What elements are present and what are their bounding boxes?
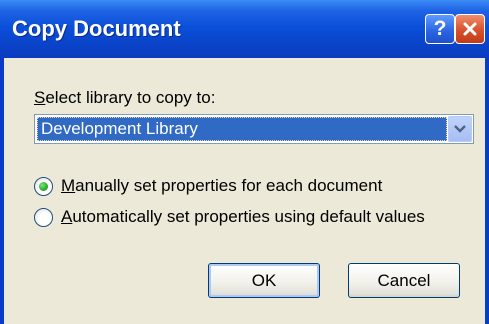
ok-button[interactable]: OK	[208, 263, 320, 298]
radio-manual-label: Manually set properties for each documen…	[61, 176, 383, 195]
help-icon: ?	[433, 17, 447, 40]
library-select-value: Development Library	[37, 117, 447, 141]
cancel-button[interactable]: Cancel	[348, 263, 460, 298]
dialog-title: Copy Document	[12, 16, 181, 41]
chevron-down-icon	[454, 125, 466, 133]
radio-automatic-properties[interactable]: Automatically set properties using defau…	[34, 207, 425, 227]
title-bar[interactable]: Copy Document ?	[0, 0, 489, 58]
radio-auto-label: Automatically set properties using defau…	[61, 207, 425, 226]
help-button[interactable]: ?	[425, 14, 455, 44]
close-icon	[463, 22, 477, 36]
copy-document-dialog: Copy Document ? Select library to copy t…	[0, 0, 489, 324]
library-select[interactable]: Development Library	[34, 114, 474, 144]
library-label: Select library to copy to:	[34, 88, 216, 107]
radio-button-checked[interactable]	[34, 176, 53, 196]
radio-button-unchecked[interactable]	[34, 207, 53, 227]
close-button[interactable]	[455, 14, 485, 44]
radio-manual-properties[interactable]: Manually set properties for each documen…	[34, 176, 382, 196]
dropdown-button[interactable]	[448, 116, 472, 142]
